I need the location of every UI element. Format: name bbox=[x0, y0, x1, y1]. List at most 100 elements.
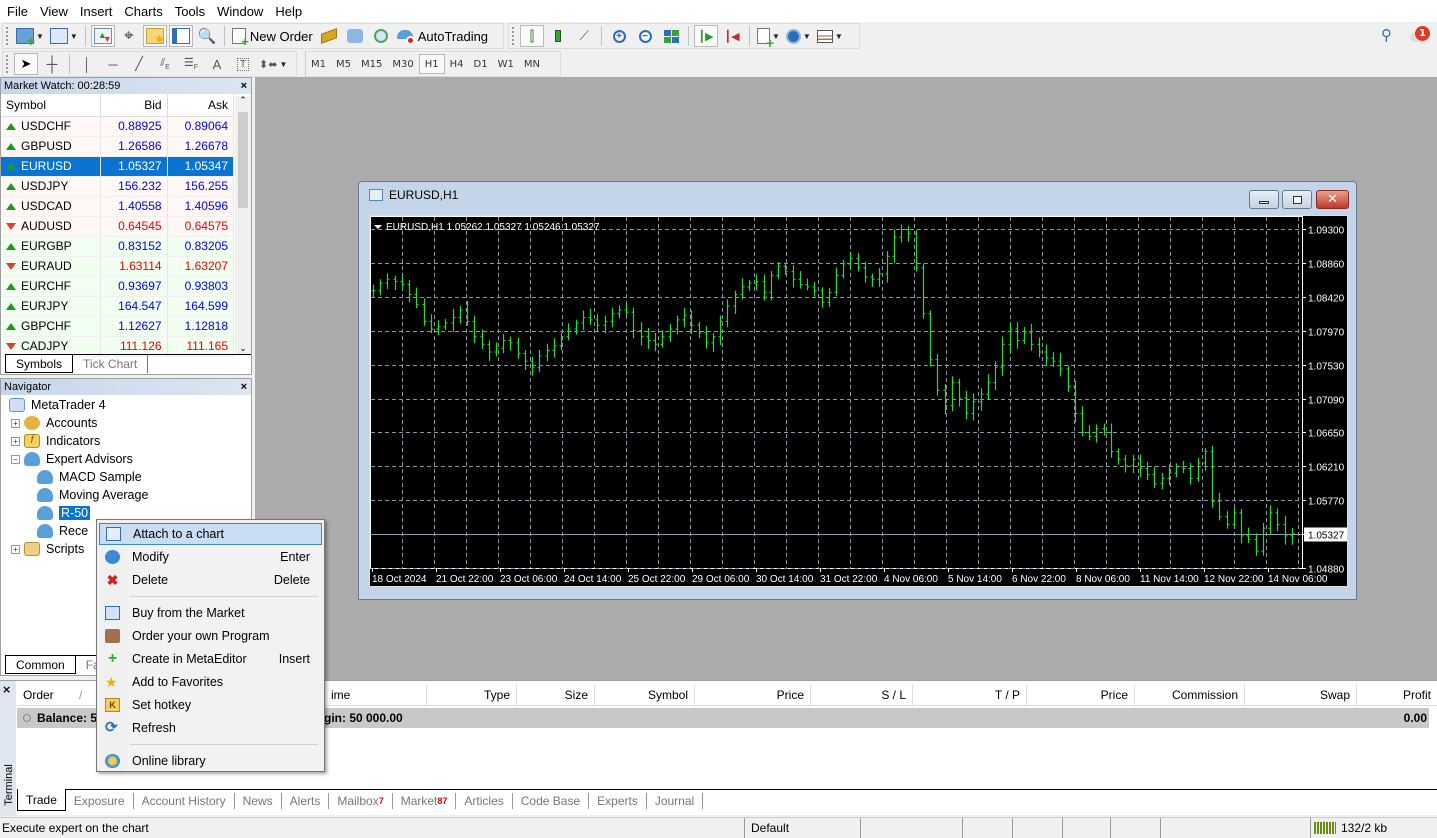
column-header-time[interactable]: ime bbox=[325, 684, 427, 705]
scroll-down-icon[interactable]: ⌄ bbox=[235, 344, 251, 354]
zoom-out-button[interactable]: − bbox=[633, 25, 657, 47]
close-button[interactable]: ✕ bbox=[1316, 190, 1349, 209]
line-chart-button[interactable]: ⟋ bbox=[572, 25, 596, 47]
market-watch-row[interactable]: USDJPY 156.232 156.255 bbox=[1, 176, 235, 197]
column-header-symbol[interactable]: Symbol bbox=[1, 94, 102, 117]
candlestick-button[interactable] bbox=[546, 25, 570, 47]
menu-item-modify[interactable]: Modify Enter bbox=[99, 546, 322, 568]
tab-alerts[interactable]: Alerts bbox=[282, 793, 330, 809]
timeframe-m15[interactable]: M15 bbox=[356, 54, 387, 74]
scrollbar-thumb[interactable] bbox=[238, 112, 248, 208]
tree-item-scripts[interactable]: + Scripts bbox=[11, 540, 84, 558]
tree-item-rece[interactable]: Rece bbox=[37, 522, 88, 540]
cursor-button[interactable]: ➤ bbox=[14, 53, 38, 75]
menu-help[interactable]: Help bbox=[272, 4, 311, 19]
toolbar-grip[interactable] bbox=[6, 55, 10, 73]
timeframe-w1[interactable]: W1 bbox=[493, 54, 519, 74]
menu-item-buy-from-the-market[interactable]: Buy from the Market bbox=[99, 602, 322, 624]
market-watch-row[interactable]: EURAUD 1.63114 1.63207 bbox=[1, 256, 235, 277]
maximize-button[interactable] bbox=[1282, 190, 1312, 209]
minimize-button[interactable] bbox=[1249, 190, 1279, 209]
tab-articles[interactable]: Articles bbox=[456, 793, 513, 809]
menu-item-create-in-metaeditor[interactable]: + Create in MetaEditor Insert bbox=[99, 648, 322, 670]
tab-symbols[interactable]: Symbols bbox=[5, 355, 74, 373]
column-header-order[interactable]: Order bbox=[17, 684, 73, 705]
tree-item-accounts[interactable]: + Accounts bbox=[11, 414, 97, 432]
market-watch-row[interactable]: EURGBP 0.83152 0.83205 bbox=[1, 236, 235, 257]
market-watch-row[interactable]: USDCAD 1.40558 1.40596 bbox=[1, 196, 235, 217]
text-button[interactable]: A bbox=[205, 53, 229, 75]
timeframe-m5[interactable]: M5 bbox=[331, 54, 356, 74]
tab-account-history[interactable]: Account History bbox=[134, 793, 235, 809]
column-header-size[interactable]: Size bbox=[517, 684, 595, 705]
signals-button[interactable] bbox=[369, 25, 393, 47]
tab-code-base[interactable]: Code Base bbox=[513, 793, 590, 809]
market-watch-scrollbar[interactable]: ⌃ ⌄ bbox=[235, 96, 251, 354]
column-header-open-price[interactable]: Price bbox=[695, 684, 811, 705]
tile-windows-button[interactable] bbox=[659, 25, 683, 47]
menu-item-refresh[interactable]: ⟳ Refresh bbox=[99, 717, 322, 739]
column-header-sl[interactable]: S / L bbox=[811, 684, 913, 705]
metaeditor-button[interactable] bbox=[317, 25, 341, 47]
timeframe-h4[interactable]: H4 bbox=[445, 54, 469, 74]
tree-item-moving-average[interactable]: Moving Average bbox=[37, 486, 148, 504]
market-watch-row[interactable]: GBPCHF 1.12627 1.12818 bbox=[1, 316, 235, 337]
tab-journal[interactable]: Journal bbox=[647, 793, 704, 809]
close-icon[interactable]: × bbox=[241, 80, 251, 92]
column-header-type[interactable]: Type bbox=[427, 684, 517, 705]
arrows-button[interactable]: ⬍⬌ ▼ bbox=[257, 53, 289, 75]
vps-button[interactable] bbox=[343, 25, 367, 47]
auto-scroll-button[interactable]: ┃▶ bbox=[694, 25, 718, 47]
tab-experts[interactable]: Experts bbox=[589, 793, 647, 809]
price-chart[interactable]: 1.09300 1.08860 1.08420 1.07970 1.07530 1.070… bbox=[370, 216, 1348, 586]
column-header-price[interactable]: Price bbox=[1027, 684, 1135, 705]
periods-button[interactable]: ▼ bbox=[784, 25, 813, 47]
market-watch-row[interactable]: AUDUSD 0.64545 0.64575 bbox=[1, 216, 235, 237]
new-order-button[interactable]: + New Order bbox=[230, 25, 315, 48]
trendline-button[interactable]: ╱ bbox=[127, 53, 151, 75]
equidistant-channel-button[interactable]: ⫽E bbox=[153, 53, 177, 75]
menu-item-order-your-own-program[interactable]: Order your own Program bbox=[99, 625, 322, 647]
tab-exposure[interactable]: Exposure bbox=[66, 793, 134, 809]
strategy-tester-button[interactable]: 🔍 bbox=[195, 25, 219, 47]
bar-chart-button[interactable]: ⫿ bbox=[520, 25, 544, 47]
menu-charts[interactable]: Charts bbox=[121, 4, 171, 19]
vertical-line-button[interactable]: │ bbox=[75, 53, 99, 75]
search-button[interactable]: ⚲ bbox=[1381, 26, 1392, 44]
tab-tick-chart[interactable]: Tick Chart bbox=[73, 355, 149, 373]
zoom-in-button[interactable]: + bbox=[607, 25, 631, 47]
menu-item-set-hotkey[interactable]: K Set hotkey bbox=[99, 694, 322, 716]
menu-item-add-to-favorites[interactable]: ★ Add to Favorites bbox=[99, 671, 322, 693]
close-icon[interactable]: × bbox=[2, 683, 11, 696]
timeframe-m1[interactable]: M1 bbox=[306, 54, 331, 74]
market-watch-row[interactable]: CADJPY 111.126 111.165 bbox=[1, 336, 235, 357]
column-header-bid[interactable]: Bid bbox=[100, 94, 168, 117]
navigator-button[interactable]: ★ bbox=[142, 25, 167, 47]
chart-shift-button[interactable]: ┃◀ bbox=[720, 25, 744, 47]
collapse-icon[interactable]: − bbox=[11, 454, 20, 464]
timeframe-d1[interactable]: D1 bbox=[469, 54, 493, 74]
notifications-button[interactable]: 1 bbox=[1410, 26, 1430, 44]
tree-item-expert-advisors[interactable]: − Expert Advisors bbox=[11, 450, 133, 468]
expand-icon[interactable]: + bbox=[11, 418, 20, 428]
column-header-profit[interactable]: Profit bbox=[1357, 684, 1437, 705]
menu-insert[interactable]: Insert bbox=[77, 4, 122, 19]
column-header-commission[interactable]: Commission bbox=[1135, 684, 1245, 705]
menu-tools[interactable]: Tools bbox=[172, 4, 214, 19]
market-watch-row[interactable]: EURUSD 1.05327 1.05347 bbox=[1, 156, 235, 177]
close-icon[interactable]: × bbox=[241, 381, 251, 393]
tab-trade[interactable]: Trade bbox=[17, 789, 66, 811]
tree-item-macd-sample[interactable]: MACD Sample bbox=[37, 468, 142, 486]
text-label-button[interactable]: T bbox=[231, 53, 255, 75]
chart-area[interactable]: 1.09300 1.08860 1.08420 1.07970 1.07530 1.070… bbox=[369, 215, 1348, 587]
timeframe-mn[interactable]: MN bbox=[519, 54, 545, 74]
market-watch-row[interactable]: GBPUSD 1.26586 1.26678 bbox=[1, 136, 235, 157]
menu-view[interactable]: View bbox=[37, 4, 77, 19]
scroll-up-icon[interactable]: ⌃ bbox=[235, 96, 251, 112]
column-header-swap[interactable]: Swap bbox=[1245, 684, 1357, 705]
new-chart-button[interactable]: + ▼ bbox=[14, 25, 46, 48]
column-header-symbol[interactable]: Symbol bbox=[595, 684, 695, 705]
tab-common[interactable]: Common bbox=[5, 656, 76, 674]
crosshair-button[interactable]: ┼ bbox=[40, 53, 64, 75]
market-watch-row[interactable]: EURCHF 0.93697 0.93803 bbox=[1, 276, 235, 297]
